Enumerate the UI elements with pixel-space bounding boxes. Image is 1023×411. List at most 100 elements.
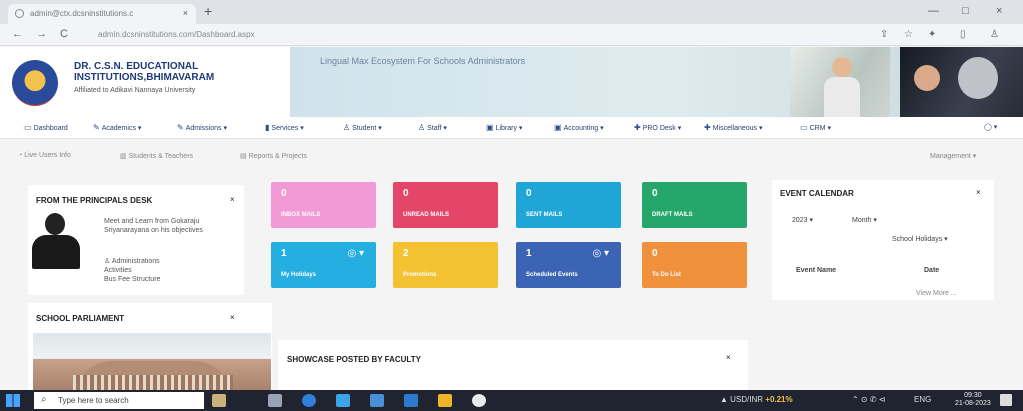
event-calendar-title: EVENT CALENDAR	[780, 189, 854, 198]
edge-icon[interactable]	[302, 394, 316, 407]
store-icon[interactable]	[336, 394, 350, 407]
menu-item-7[interactable]: ▣ Accounting ▾	[554, 123, 604, 132]
menu-item-3[interactable]: ▮ Services ▾	[265, 123, 304, 132]
institution-logo[interactable]	[12, 60, 58, 106]
explorer-icon[interactable]	[404, 394, 418, 407]
banner-photo-teacher	[790, 47, 890, 117]
forward-button[interactable]: →	[36, 28, 47, 40]
menu-item-9[interactable]: ✚ Miscellaneous ▾	[704, 123, 763, 132]
menu-item-label: CRM ▾	[809, 125, 831, 132]
showcase-title: SHOWCASE POSTED BY FACULTY	[287, 355, 421, 364]
quick-link-reports[interactable]: ▤ Reports & Projects	[240, 152, 307, 160]
tile-count: 0	[403, 188, 409, 199]
tile-label: UNREAD MAILS	[403, 212, 449, 218]
mail-icon[interactable]	[370, 394, 384, 407]
principal-link-activities[interactable]: Activities	[104, 266, 132, 275]
search-icon: ⌕	[41, 394, 47, 405]
menu-item-label: Admissions ▾	[185, 125, 227, 132]
settings-icon[interactable]: ◯ ▾	[984, 123, 997, 131]
principal-card-close-icon[interactable]: ×	[230, 195, 235, 204]
tile-label: My Holidays	[281, 272, 317, 278]
tile-inbox-mails[interactable]: 0 INBOX MAILS	[271, 182, 376, 228]
tile-scheduled-events[interactable]: 1 Scheduled Events ◎ ▾	[516, 242, 621, 288]
institution-name-line2: INSTITUTIONS,BHIMAVARAM	[74, 72, 215, 83]
back-button[interactable]: ←	[12, 28, 23, 40]
management-dropdown[interactable]: Management ▾	[930, 152, 976, 160]
menu-item-icon: ▣	[486, 123, 494, 132]
menu-item-10[interactable]: ▭ CRM ▾	[800, 123, 831, 132]
tile-label: DRAFT MAILS	[652, 212, 693, 218]
menu-item-4[interactable]: ♙ Student ▾	[343, 123, 382, 132]
principal-link-bus-fee[interactable]: Bus Fee Structure	[104, 275, 160, 284]
taskbar-search-input[interactable]: ⌕ Type here to search	[34, 392, 204, 409]
tile-settings-icon[interactable]: ◎ ▾	[347, 248, 364, 259]
tile-to-do-list[interactable]: 0 To Do List	[642, 242, 747, 288]
task-view-icon[interactable]	[268, 394, 282, 407]
showcase-close-icon[interactable]: ×	[726, 353, 731, 362]
usd-inr-widget[interactable]: ▲ USD/INR +0.21%	[720, 395, 793, 404]
menu-item-5[interactable]: ♙ Staff ▾	[418, 123, 447, 132]
system-tray-icons[interactable]: ⌃ ⊙ ✆ ⊲	[852, 395, 885, 404]
menu-item-icon: ▭	[800, 123, 808, 132]
menu-item-icon: ✚	[634, 123, 641, 132]
tab-close-icon[interactable]: ×	[183, 8, 188, 18]
maximize-button[interactable]: □	[962, 5, 969, 17]
banner-text: Lingual Max Ecosystem For Schools Admini…	[320, 56, 526, 66]
tile-sent-mails[interactable]: 0 SENT MAILS	[516, 182, 621, 228]
menu-item-1[interactable]: ✎ Academics ▾	[93, 123, 141, 132]
files-icon[interactable]	[438, 394, 452, 407]
browser-tab[interactable]: admin@ctx.dcsninstitutions.c ×	[8, 4, 196, 24]
showcase-card	[278, 340, 748, 390]
menu-item-icon: ♙	[418, 123, 426, 132]
quick-links: ◔ Live Users Info ▥ Students & Teachers …	[0, 149, 1023, 165]
menu-item-0[interactable]: ▭ Dashboard	[24, 123, 68, 132]
quick-link-live-users[interactable]: ◔ Live Users Info	[18, 152, 71, 159]
new-tab-button[interactable]: +	[204, 4, 212, 18]
tile-label: To Do List	[652, 272, 681, 278]
tile-my-holidays[interactable]: 1 My Holidays ◎ ▾	[271, 242, 376, 288]
tile-count: 0	[281, 188, 287, 199]
url-text: admin.dcsninstitutions.com/Dashboard.asp…	[98, 30, 255, 39]
reload-button[interactable]: C	[60, 28, 68, 40]
menu-item-icon: ✎	[177, 123, 184, 132]
principal-link-admin[interactable]: ♙ Administrations	[104, 257, 160, 266]
language-indicator[interactable]: ENG	[914, 395, 931, 404]
url-input[interactable]: admin.dcsninstitutions.com/Dashboard.asp…	[84, 27, 844, 43]
year-select[interactable]: 2023 ▾	[792, 216, 813, 224]
event-type-select[interactable]: School Holidays ▾	[892, 235, 948, 243]
windows-taskbar: ⌕ Type here to search ▲ USD/INR +0.21% ⌃…	[0, 390, 1023, 411]
menu-item-label: Library ▾	[495, 125, 523, 132]
tile-count: 1	[281, 248, 287, 259]
tile-unread-mails[interactable]: 0 UNREAD MAILS	[393, 182, 498, 228]
windows-start-icon[interactable]	[6, 394, 20, 407]
parliament-card-close-icon[interactable]: ×	[230, 313, 235, 322]
event-calendar-close-icon[interactable]: ×	[976, 188, 981, 197]
menu-item-label: Services ▾	[271, 125, 304, 132]
notification-icon[interactable]	[1000, 394, 1012, 406]
tile-count: 1	[526, 248, 532, 259]
date-column-header: Date	[924, 267, 940, 274]
taskbar-clock[interactable]: 09:30 21-08-2023	[955, 392, 991, 408]
parliament-photo	[33, 333, 271, 390]
view-more-link[interactable]: View More ...	[916, 290, 957, 297]
browser-tab-bar: admin@ctx.dcsninstitutions.c × + — □ ×	[0, 0, 1023, 24]
bookmark-icon[interactable]: ☆	[904, 29, 913, 40]
chrome-icon[interactable]	[472, 394, 486, 407]
tile-settings-icon[interactable]: ◎ ▾	[592, 248, 609, 259]
close-window-button[interactable]: ×	[996, 5, 1002, 17]
tile-draft-mails[interactable]: 0 DRAFT MAILS	[642, 182, 747, 228]
menu-item-icon: ✚	[704, 123, 711, 132]
extensions-icon[interactable]: ✦	[928, 29, 936, 40]
menu-item-8[interactable]: ✚ PRO Desk ▾	[634, 123, 681, 132]
menu-item-2[interactable]: ✎ Admissions ▾	[177, 123, 227, 132]
share-icon[interactable]: ⇪	[880, 29, 888, 40]
month-select[interactable]: Month ▾	[852, 216, 877, 224]
profile-icon[interactable]: ♙	[990, 29, 999, 40]
news-widget-icon[interactable]	[212, 394, 226, 407]
tile-promotions[interactable]: 2 Promotions	[393, 242, 498, 288]
menu-item-6[interactable]: ▣ Library ▾	[486, 123, 522, 132]
globe-icon	[15, 9, 24, 18]
sidebar-icon[interactable]: ▯	[960, 29, 966, 40]
quick-link-students[interactable]: ▥ Students & Teachers	[120, 152, 193, 160]
minimize-button[interactable]: —	[928, 5, 939, 17]
